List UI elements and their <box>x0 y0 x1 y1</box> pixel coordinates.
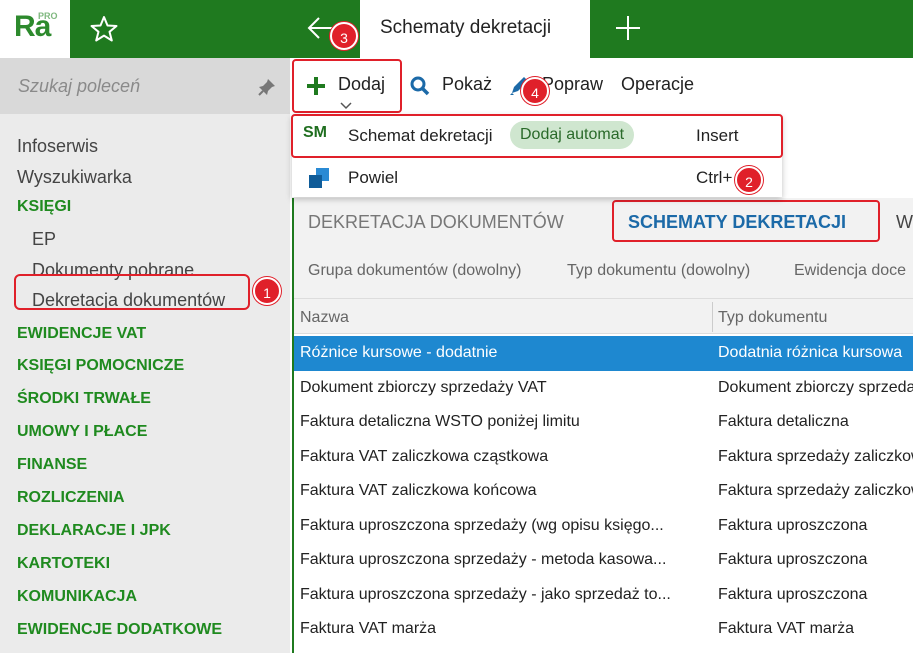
sidebar-item-komunikacja[interactable]: KOMUNIKACJA <box>17 588 137 606</box>
tab-schematy-dekretacji[interactable]: Schematy dekretacji <box>360 0 590 58</box>
sidebar-item-umowy-i-płace[interactable]: UMOWY I PŁACE <box>17 423 147 441</box>
table-row[interactable]: Dokument zbiorczy sprzedaży VAT Dokument … <box>294 371 913 406</box>
sidebar-item-ewidencje-dodatkowe[interactable]: EWIDENCJE DODATKOWE <box>17 621 222 639</box>
table-row[interactable]: Faktura uproszczona sprzedaży - metoda k… <box>294 543 913 578</box>
filter-records[interactable]: Ewidencja doce <box>794 262 906 280</box>
cell-name: Faktura VAT zaliczkowa końcowa <box>300 482 537 499</box>
cell-document-type: Faktura uproszczona <box>718 585 868 603</box>
annotation-box-add <box>292 59 402 113</box>
column-header-type[interactable]: Typ dokumentu <box>718 309 827 327</box>
app-logo[interactable]: Ra PRO <box>0 0 70 58</box>
table-row[interactable]: Różnice kursowe - dodatnie Dodatnia różni… <box>294 336 913 371</box>
cell-document-type: Dodatnia różnica kursowa <box>718 344 903 361</box>
cell-name: Dokument zbiorczy sprzedaży VAT <box>300 378 547 396</box>
cell-document-type: Faktura sprzedaży zaliczkowa <box>718 447 913 465</box>
sidebar-item-ep[interactable]: EP <box>32 229 56 250</box>
annotation-badge-1: 1 <box>253 277 281 305</box>
shortcut-ctrl: Ctrl+ <box>696 168 733 187</box>
sidebar-item-finanse[interactable]: FINANSE <box>17 456 87 474</box>
sidebar-item-deklaracje-i-jpk[interactable]: DEKLARACJE I JPK <box>17 522 171 540</box>
table-row[interactable]: Faktura VAT zaliczkowa cząstkowa Faktura … <box>294 440 913 475</box>
table-row[interactable]: Faktura detaliczna WSTO poniżej limitu Fa… <box>294 405 913 440</box>
annotation-box-menu-item <box>291 114 783 158</box>
sidebar-item-księgi-pomocnicze[interactable]: KSIĘGI POMOCNICZE <box>17 357 184 375</box>
sidebar-item-infoserwis[interactable]: Infoserwis <box>17 136 98 157</box>
table-row[interactable]: Faktura uproszczona sprzedaży (wg opisu … <box>294 509 913 544</box>
table-row[interactable]: Faktura VAT marża Faktura VAT marża <box>294 612 913 647</box>
column-separator[interactable] <box>712 302 713 332</box>
cell-document-type: Faktura VAT marża <box>718 620 855 637</box>
logo-badge: PRO <box>38 11 58 21</box>
sidebar-item-ewidencje-vat[interactable]: EWIDENCJE VAT <box>17 325 146 343</box>
show-button[interactable]: Pokaż <box>442 74 492 95</box>
command-search-input[interactable] <box>10 70 250 102</box>
tab-more[interactable]: Wi <box>896 212 913 233</box>
cell-name: Różnice kursowe - dodatnie <box>300 344 498 361</box>
cell-document-type: Faktura detaliczna <box>718 413 849 430</box>
filter-document-type[interactable]: Typ dokumentu (dowolny) <box>567 262 750 280</box>
table-row[interactable]: Faktura VAT zaliczkowa końcowa Faktura sp… <box>294 474 913 509</box>
sidebar: InfoserwisWyszukiwarkaKSIĘGIEPDokumenty … <box>0 58 290 653</box>
tab-dekretacja-dokumentow[interactable]: DEKRETACJA DOKUMENTÓW <box>308 212 564 233</box>
table-header: Nazwa Typ dokumentu <box>294 298 913 334</box>
sidebar-item-księgi[interactable]: KSIĘGI <box>17 198 71 216</box>
annotation-badge-3: 3 <box>330 22 358 50</box>
sidebar-item-rozliczenia[interactable]: ROZLICZENIA <box>17 489 125 507</box>
favorites-star-icon[interactable] <box>88 14 120 44</box>
cell-name: Faktura uproszczona sprzedaży - metoda k… <box>300 551 667 568</box>
cell-name: Faktura uproszczona sprzedaży - jako spr… <box>300 585 671 603</box>
cell-name: Faktura detaliczna WSTO poniżej limitu <box>300 413 580 430</box>
tab-title: Schematy dekretacji <box>380 17 552 38</box>
annotation-badge-2: 2 <box>735 166 763 194</box>
cell-document-type: Faktura uproszczona <box>718 551 868 568</box>
annotation-badge-4: 4 <box>521 77 549 105</box>
cell-document-type: Faktura uproszczona <box>718 516 868 534</box>
column-header-name[interactable]: Nazwa <box>300 309 349 327</box>
schemes-table: Nazwa Typ dokumentu Różnice kursowe - do… <box>292 298 913 653</box>
menu-item-powiel[interactable]: Powiel Ctrl+ <box>292 157 782 197</box>
new-tab-plus-icon[interactable] <box>612 12 644 44</box>
annotation-box-tab <box>612 200 880 242</box>
cell-name: Faktura VAT marża <box>300 620 437 637</box>
table-row[interactable]: Faktura uproszczona sprzedaży - jako spr… <box>294 578 913 613</box>
edit-button[interactable]: Popraw <box>542 74 603 95</box>
cell-name: Faktura uproszczona sprzedaży (wg opisu … <box>300 516 664 534</box>
command-search <box>0 58 290 114</box>
cell-name: Faktura VAT zaliczkowa cząstkowa <box>300 447 549 465</box>
cell-document-type: Faktura sprzedaży zaliczkowa <box>718 482 913 499</box>
search-icon <box>410 76 430 96</box>
filters-bar: Grupa dokumentów (dowolny) Typ dokumentu… <box>292 246 913 298</box>
annotation-box-sidebar-item <box>14 274 250 310</box>
duplicate-icon <box>309 168 329 188</box>
pin-icon[interactable] <box>258 78 276 96</box>
top-bar: Ra PRO Schematy dekretacji <box>0 0 913 58</box>
filter-document-group[interactable]: Grupa dokumentów (dowolny) <box>308 262 521 280</box>
sidebar-item-kartoteki[interactable]: KARTOTEKI <box>17 555 110 573</box>
cell-document-type: Dokument zbiorczy sprzedaży <box>718 378 913 396</box>
sidebar-item-wyszukiwarka[interactable]: Wyszukiwarka <box>17 167 132 188</box>
operations-button[interactable]: Operacje <box>621 74 694 95</box>
sidebar-item-środki-trwałe[interactable]: ŚRODKI TRWAŁE <box>17 390 151 408</box>
menu-item-label: Powiel <box>348 168 399 187</box>
